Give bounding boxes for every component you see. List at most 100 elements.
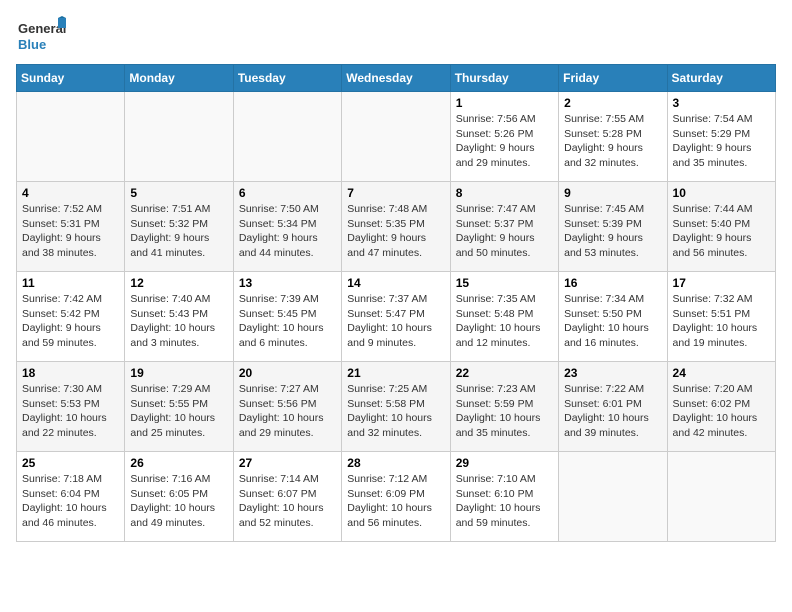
calendar-day-cell: 16Sunrise: 7:34 AMSunset: 5:50 PMDayligh… (559, 272, 667, 362)
sunset-text: Sunset: 6:01 PM (564, 398, 642, 410)
calendar-day-cell (342, 92, 450, 182)
calendar-day-cell: 7Sunrise: 7:48 AMSunset: 5:35 PMDaylight… (342, 182, 450, 272)
day-info: Sunrise: 7:18 AMSunset: 6:04 PMDaylight:… (22, 472, 119, 531)
sunrise-text: Sunrise: 7:10 AM (456, 473, 536, 485)
sunset-text: Sunset: 5:26 PM (456, 128, 534, 140)
daylight-text: Daylight: 10 hours and 56 minutes. (347, 502, 432, 529)
day-number: 20 (239, 366, 336, 380)
daylight-text: Daylight: 10 hours and 42 minutes. (673, 412, 758, 439)
sunset-text: Sunset: 5:39 PM (564, 218, 642, 230)
calendar-week-row: 25 Sunrise: 7:18 AM Sunset: 6:04 PM Dayligh… (17, 452, 776, 542)
daylight-text: Daylight: 9 hours and 59 minutes. (22, 322, 101, 349)
day-info: Sunrise: 7:50 AMSunset: 5:34 PMDaylight:… (239, 202, 336, 261)
daylight-text: Daylight: 9 hours and 32 minutes. (564, 142, 643, 169)
sunrise-text: Sunrise: 7:16 AM (130, 473, 210, 485)
sunrise-text: Sunrise: 7:25 AM (347, 383, 427, 395)
day-info: Sunrise: 7:42 AMSunset: 5:42 PMDaylight:… (22, 292, 119, 351)
calendar-day-cell: 25Sunrise: 7:18 AMSunset: 6:04 PMDayligh… (17, 452, 125, 542)
calendar-day-cell: 9Sunrise: 7:45 AMSunset: 5:39 PMDaylight… (559, 182, 667, 272)
sunset-text: Sunset: 6:07 PM (239, 488, 317, 500)
sunrise-text: Sunrise: 7:14 AM (239, 473, 319, 485)
logo: General Blue (16, 16, 66, 56)
sunrise-text: Sunrise: 7:35 AM (456, 293, 536, 305)
day-info: Sunrise: 7:35 AM Sunset: 5:48 PM Daylight:… (456, 292, 553, 351)
daylight-text: Daylight: 9 hours and 44 minutes. (239, 232, 318, 259)
day-number: 8 (456, 186, 553, 200)
day-number: 13 (239, 276, 336, 290)
calendar-header-row: SundayMondayTuesdayWednesdayThursdayFrid… (17, 65, 776, 92)
day-info: Sunrise: 7:27 AMSunset: 5:56 PMDaylight:… (239, 382, 336, 441)
day-number: 18 (22, 366, 119, 380)
day-info: Sunrise: 7:40 AMSunset: 5:43 PMDaylight:… (130, 292, 227, 351)
calendar-day-cell: 23Sunrise: 7:22 AMSunset: 6:01 PMDayligh… (559, 362, 667, 452)
day-number: 10 (673, 186, 770, 200)
sunset-text: Sunset: 5:40 PM (673, 218, 751, 230)
sunset-text: Sunset: 5:53 PM (22, 398, 100, 410)
sunrise-text: Sunrise: 7:37 AM (347, 293, 427, 305)
calendar-day-cell: 2Sunrise: 7:55 AMSunset: 5:28 PMDaylight… (559, 92, 667, 182)
daylight-text: Daylight: 9 hours and 29 minutes. (456, 142, 535, 169)
daylight-text: Daylight: 10 hours and 49 minutes. (130, 502, 215, 529)
daylight-text: Daylight: 10 hours and 6 minutes. (239, 322, 324, 349)
calendar-day-cell (559, 452, 667, 542)
day-number: 28 (347, 456, 444, 470)
day-number: 25 (22, 456, 119, 470)
day-number: 15 (456, 276, 553, 290)
day-info: Sunrise: 7:25 AMSunset: 5:58 PMDaylight:… (347, 382, 444, 441)
day-number: 24 (673, 366, 770, 380)
sunset-text: Sunset: 5:56 PM (239, 398, 317, 410)
calendar-day-cell: 18Sunrise: 7:30 AMSunset: 5:53 PMDayligh… (17, 362, 125, 452)
sunrise-text: Sunrise: 7:23 AM (456, 383, 536, 395)
calendar-day-cell: 5Sunrise: 7:51 AMSunset: 5:32 PMDaylight… (125, 182, 233, 272)
sunset-text: Sunset: 5:48 PM (456, 308, 534, 320)
sunrise-text: Sunrise: 7:18 AM (22, 473, 102, 485)
calendar-day-cell: 29Sunrise: 7:10 AMSunset: 6:10 PMDayligh… (450, 452, 558, 542)
logo-svg: General Blue (16, 16, 66, 56)
calendar-day-cell: 24 Sunrise: 7:20 AMSunset: 6:02 PMDayligh… (667, 362, 775, 452)
calendar-week-row: 4Sunrise: 7:52 AMSunset: 5:31 PMDaylight… (17, 182, 776, 272)
calendar-day-cell (667, 452, 775, 542)
daylight-text: Daylight: 10 hours and 39 minutes. (564, 412, 649, 439)
daylight-text: Daylight: 9 hours and 53 minutes. (564, 232, 643, 259)
sunrise-text: Sunrise: 7:34 AM (564, 293, 644, 305)
day-info: Sunrise: 7:20 AMSunset: 6:02 PMDaylight:… (673, 382, 770, 441)
calendar-day-cell: 17Sunrise: 7:32 AMSunset: 5:51 PMDayligh… (667, 272, 775, 362)
calendar-day-cell: 19Sunrise: 7:29 AMSunset: 5:55 PMDayligh… (125, 362, 233, 452)
sunset-text: Sunset: 5:32 PM (130, 218, 208, 230)
day-info: Sunrise: 7:48 AMSunset: 5:35 PMDaylight:… (347, 202, 444, 261)
calendar-day-cell: 12Sunrise: 7:40 AMSunset: 5:43 PMDayligh… (125, 272, 233, 362)
page-header: General Blue (16, 16, 776, 56)
day-info: Sunrise: 7:34 AMSunset: 5:50 PMDaylight:… (564, 292, 661, 351)
day-number: 29 (456, 456, 553, 470)
day-info: Sunrise: 7:14 AMSunset: 6:07 PMDaylight:… (239, 472, 336, 531)
calendar-week-row: 1Sunrise: 7:56 AMSunset: 5:26 PMDaylight… (17, 92, 776, 182)
sunrise-text: Sunrise: 7:44 AM (673, 203, 753, 215)
day-of-week-wednesday: Wednesday (342, 65, 450, 92)
daylight-text: Daylight: 10 hours and 59 minutes. (456, 502, 541, 529)
day-info: Sunrise: 7:56 AMSunset: 5:26 PMDaylight:… (456, 112, 553, 171)
sunset-text: Sunset: 6:04 PM (22, 488, 100, 500)
daylight-text: Daylight: 10 hours and 12 minutes. (456, 322, 541, 349)
day-info: Sunrise: 7:29 AMSunset: 5:55 PMDaylight:… (130, 382, 227, 441)
day-info: Sunrise: 7:37 AMSunset: 5:47 PMDaylight:… (347, 292, 444, 351)
sunrise-text: Sunrise: 7:42 AM (22, 293, 102, 305)
day-info: Sunrise: 7:52 AMSunset: 5:31 PMDaylight:… (22, 202, 119, 261)
day-number: 2 (564, 96, 661, 110)
sunset-text: Sunset: 5:59 PM (456, 398, 534, 410)
calendar-day-cell: 14Sunrise: 7:37 AMSunset: 5:47 PMDayligh… (342, 272, 450, 362)
day-number: 23 (564, 366, 661, 380)
sunrise-text: Sunrise: 7:30 AM (22, 383, 102, 395)
day-info: Sunrise: 7:30 AMSunset: 5:53 PMDaylight:… (22, 382, 119, 441)
sunrise-text: Sunrise: 7:32 AM (673, 293, 753, 305)
day-of-week-tuesday: Tuesday (233, 65, 341, 92)
sunrise-text: Sunrise: 7:54 AM (673, 113, 753, 125)
sunrise-text: Sunrise: 7:47 AM (456, 203, 536, 215)
day-number: 5 (130, 186, 227, 200)
daylight-text: Daylight: 10 hours and 25 minutes. (130, 412, 215, 439)
calendar-day-cell: 27Sunrise: 7:14 AMSunset: 6:07 PMDayligh… (233, 452, 341, 542)
day-info: Sunrise: 7:47 AMSunset: 5:37 PMDaylight:… (456, 202, 553, 261)
day-number: 3 (673, 96, 770, 110)
calendar-day-cell: 8 Sunrise: 7:47 AMSunset: 5:37 PMDaylight… (450, 182, 558, 272)
day-of-week-saturday: Saturday (667, 65, 775, 92)
day-info: Sunrise: 7:54 AMSunset: 5:29 PMDaylight:… (673, 112, 770, 171)
